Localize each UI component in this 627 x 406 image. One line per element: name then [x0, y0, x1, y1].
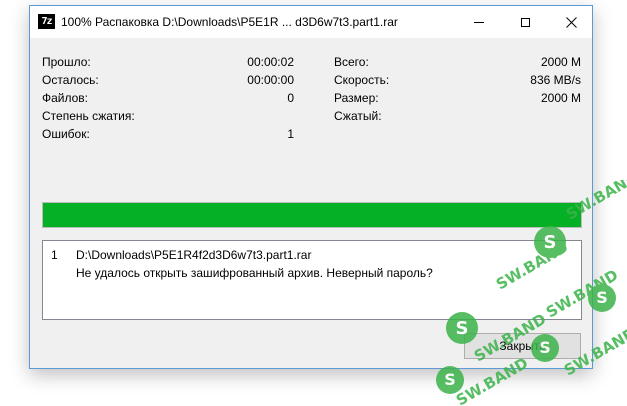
stat-label: Сжатый: — [334, 109, 382, 123]
stat-label: Всего: — [334, 55, 369, 69]
extraction-dialog: 7z 100% Распаковка D:\Downloads\P5E1R ..… — [29, 5, 593, 369]
stat-row-size: Размер: 2000 M — [334, 89, 581, 107]
stat-row-elapsed: Прошло: 00:00:02 — [42, 53, 294, 71]
progress-bar — [42, 202, 582, 228]
svg-text:S: S — [596, 288, 608, 307]
message-text: Не удалось открыть зашифрованный архив. … — [76, 266, 433, 280]
stat-value: 2000 M — [540, 55, 581, 69]
stat-label: Скорость: — [334, 73, 390, 87]
message-number: 1 — [51, 248, 58, 262]
stat-row-files: Файлов: 0 — [42, 89, 294, 107]
stat-value: 00:00:02 — [247, 55, 294, 69]
stat-label: Степень сжатия: — [42, 109, 135, 123]
stat-label: Файлов: — [42, 91, 89, 105]
title-bar[interactable]: 7z 100% Распаковка D:\Downloads\P5E1R ..… — [30, 6, 592, 38]
message-text: D:\Downloads\P5E1R4f2d3D6w7t3.part1.rar — [76, 248, 312, 262]
stat-row-total: Всего: 2000 M — [334, 53, 581, 71]
window-title: 100% Распаковка D:\Downloads\P5E1R ... d… — [61, 15, 398, 29]
close-window-button[interactable] — [548, 6, 594, 38]
7zip-app-icon: 7z — [38, 14, 55, 29]
message-row[interactable]: Не удалось открыть зашифрованный архив. … — [43, 264, 581, 282]
message-row[interactable]: 1 D:\Downloads\P5E1R4f2d3D6w7t3.part1.ra… — [43, 246, 581, 264]
messages-list[interactable]: 1 D:\Downloads\P5E1R4f2d3D6w7t3.part1.ra… — [42, 240, 582, 320]
stat-label: Осталось: — [42, 73, 99, 87]
stat-label: Прошло: — [42, 55, 91, 69]
stat-value: 836 MB/s — [530, 73, 581, 87]
stat-label: Размер: — [334, 91, 379, 105]
svg-text:S: S — [444, 370, 456, 389]
maximize-button[interactable] — [502, 6, 548, 38]
stat-row-speed: Скорость: 836 MB/s — [334, 71, 581, 89]
stat-row-remaining: Осталось: 00:00:00 — [42, 71, 294, 89]
maximize-icon — [520, 17, 530, 27]
stat-row-packed: Сжатый: — [334, 107, 581, 125]
minimize-icon — [474, 21, 484, 23]
close-dialog-button[interactable]: Закрыть — [464, 333, 581, 359]
stats-left-column: Прошло: 00:00:02 Осталось: 00:00:00 Файл… — [42, 53, 294, 143]
stat-row-errors: Ошибок: 1 — [42, 125, 294, 143]
stat-row-compression-ratio: Степень сжатия: — [42, 107, 294, 125]
stat-label: Ошибок: — [42, 127, 90, 141]
close-icon — [565, 16, 577, 28]
stats-right-column: Всего: 2000 M Скорость: 836 MB/s Размер:… — [334, 53, 581, 143]
stat-value: 1 — [287, 127, 294, 141]
stat-value: 0 — [287, 91, 294, 105]
minimize-button[interactable] — [456, 6, 502, 38]
stat-value: 2000 M — [540, 91, 581, 105]
progress-fill — [43, 203, 581, 227]
stat-value: 00:00:00 — [247, 73, 294, 87]
